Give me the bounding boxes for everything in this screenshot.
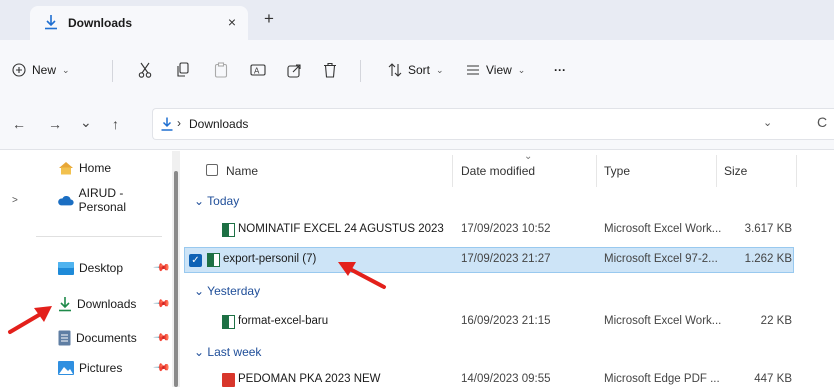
annotation-arrows [8,262,386,334]
annotation-arrow-icon [338,262,386,289]
annotation-arrow-icon [8,306,52,334]
